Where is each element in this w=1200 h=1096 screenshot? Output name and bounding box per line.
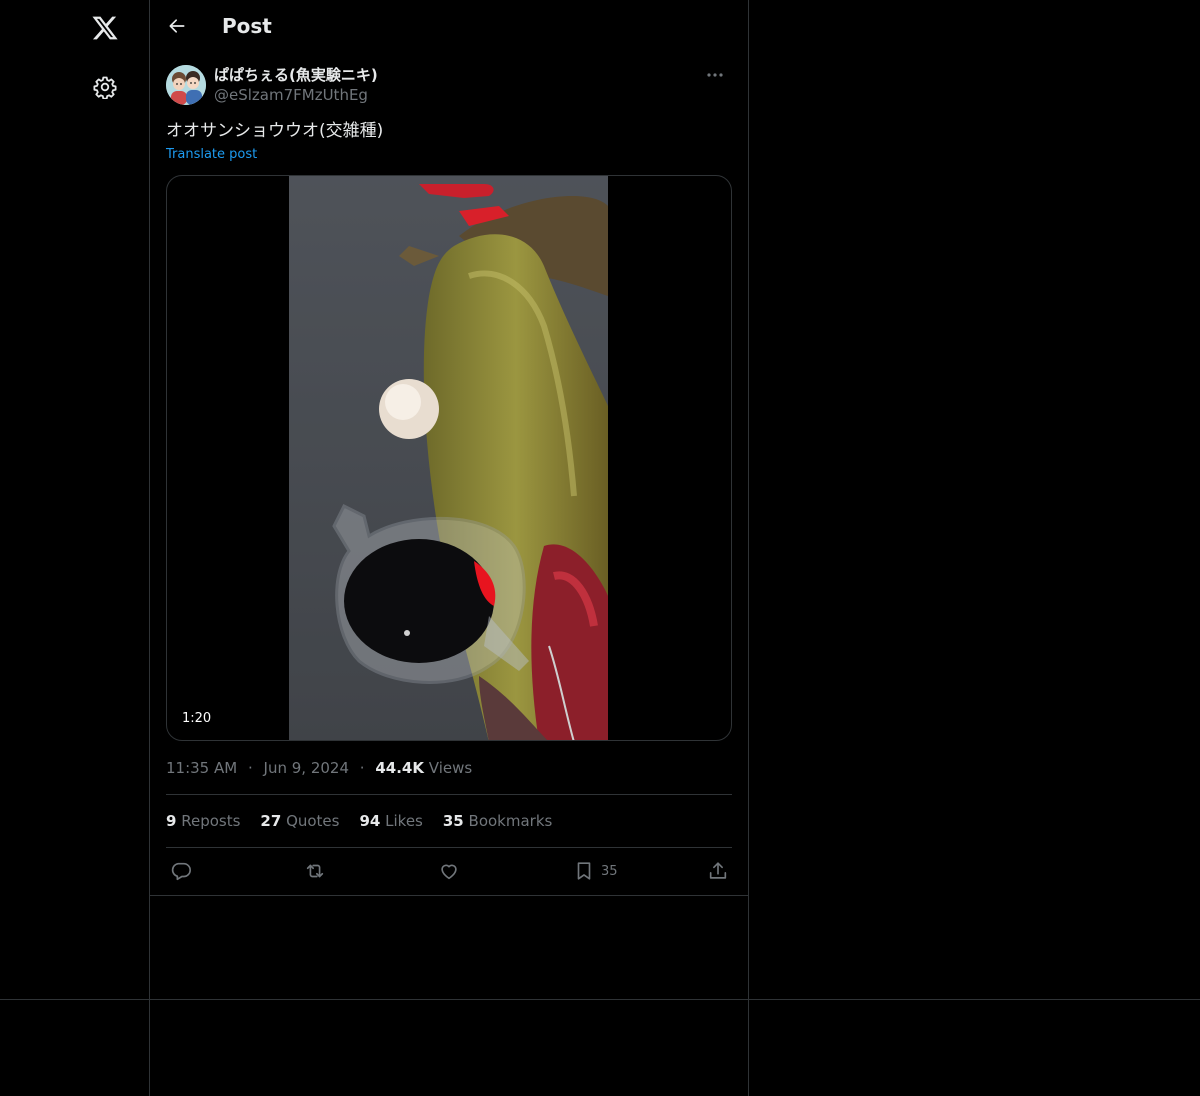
post-author: ぱぱちぇる(魚実験ニキ) @eSlzam7FMzUthEg xyxy=(166,64,732,108)
stat-count: 9 xyxy=(166,812,177,830)
reply-button[interactable] xyxy=(170,858,192,884)
post-detail-column: Post ぱぱちぇる(魚実験ニキ) @eSlzam7FMzUthEg オオサンシ… xyxy=(150,0,748,1096)
stat-label: Likes xyxy=(385,812,423,830)
reply-icon xyxy=(171,862,191,881)
share-icon xyxy=(709,862,727,879)
post-video[interactable]: 1:20 xyxy=(166,175,732,741)
bookmark-count: 35 xyxy=(601,863,618,879)
video-duration-badge: 1:20 xyxy=(176,710,218,728)
quotes-stat[interactable]: 27 Quotes xyxy=(260,811,339,831)
views-count: 44.4K xyxy=(375,759,424,777)
page-title: Post xyxy=(222,14,272,38)
meta-separator: · xyxy=(359,759,365,777)
meta-separator: · xyxy=(247,759,253,777)
divider xyxy=(166,847,732,848)
post-bottom-divider xyxy=(150,895,748,896)
post-actions: 35 xyxy=(166,858,732,884)
author-handle[interactable]: @eSlzam7FMzUthEg xyxy=(214,85,368,105)
post-time[interactable]: 11:35 AM xyxy=(166,759,237,777)
translate-post-link[interactable]: Translate post xyxy=(166,146,257,164)
video-frame xyxy=(289,176,608,740)
divider xyxy=(166,794,732,795)
x-logo-icon[interactable] xyxy=(87,10,123,46)
bookmark-icon xyxy=(577,862,591,880)
reposts-stat[interactable]: 9 Reposts xyxy=(166,811,240,831)
avatar[interactable] xyxy=(166,65,206,105)
stat-count: 27 xyxy=(260,812,282,830)
stat-count: 94 xyxy=(359,812,381,830)
more-button[interactable] xyxy=(698,64,732,86)
arrow-left-icon xyxy=(169,19,185,33)
page-header: Post xyxy=(150,0,748,54)
post-stats: 9 Reposts 27 Quotes 94 Likes 35 Bookmark… xyxy=(166,811,552,831)
repost-button[interactable] xyxy=(304,858,326,884)
like-button[interactable] xyxy=(438,858,460,884)
stat-label: Quotes xyxy=(286,812,340,830)
views-label: Views xyxy=(428,759,473,777)
post-date[interactable]: Jun 9, 2024 xyxy=(264,759,349,777)
stat-label: Reposts xyxy=(181,812,241,830)
more-horizontal-icon xyxy=(707,73,723,77)
stat-count: 35 xyxy=(442,812,464,830)
gear-icon[interactable] xyxy=(90,72,120,102)
heart-icon xyxy=(441,864,457,880)
likes-stat[interactable]: 94 Likes xyxy=(359,811,422,831)
bookmarks-stat[interactable]: 35 Bookmarks xyxy=(443,811,552,831)
share-button[interactable] xyxy=(707,858,729,884)
left-nav-rail xyxy=(0,0,149,1096)
post-text: オオサンショウウオ(交雑種) xyxy=(166,121,384,141)
repost-icon xyxy=(306,864,324,878)
back-button[interactable] xyxy=(164,13,190,39)
column-divider-right xyxy=(748,0,749,1096)
author-display-name[interactable]: ぱぱちぇる(魚実験ニキ) xyxy=(214,65,378,85)
bookmark-button[interactable]: 35 xyxy=(573,858,618,884)
stat-label: Bookmarks xyxy=(468,812,553,830)
post-meta: 11:35 AM · Jun 9, 2024 · 44.4K Views xyxy=(166,758,472,778)
